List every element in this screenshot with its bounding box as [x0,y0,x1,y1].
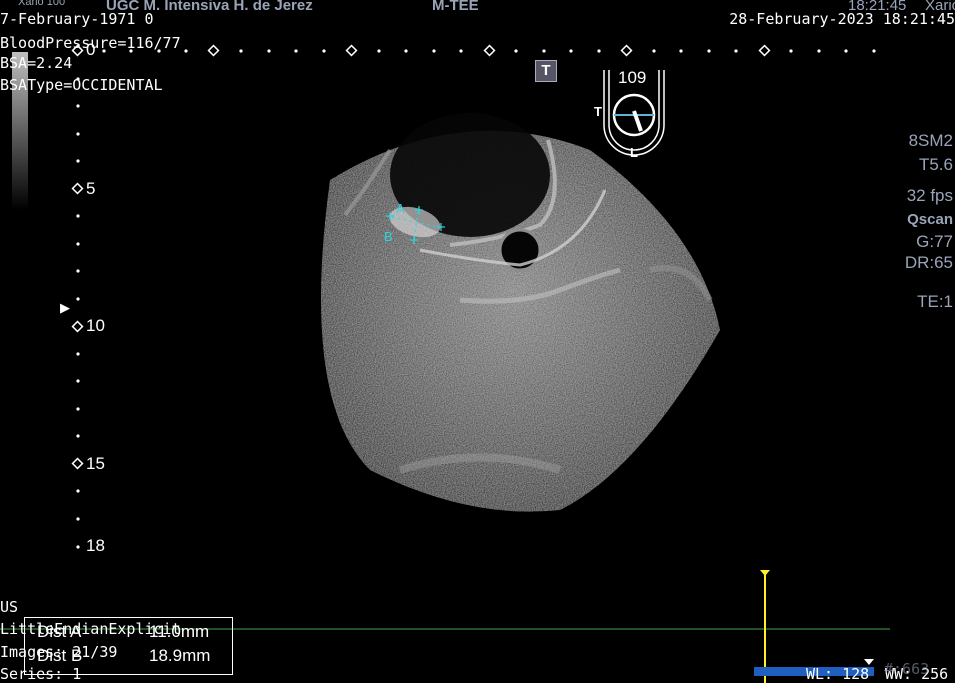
birth-date: 7-February-1971 0 [0,10,154,28]
bsa-type: BSAType=OCCIDENTAL [0,76,163,94]
measurement-box: Dist A 11.0mm Dist B 18.9mm [24,617,233,675]
bsa: BSA=2.24 [0,54,73,72]
caliper-label-b: B [384,229,393,244]
focus-marker-icon: ▶ [60,300,70,315]
frame-rate: 32 fps [906,186,953,205]
probe-angle: 109 [618,68,647,87]
study-datetime: 28-February-2023 18:21:45 [729,10,955,28]
measurement-name-b: Dist B [37,646,83,665]
depth-label-10: 10 [86,316,105,335]
ultrasound-image [0,44,890,683]
device-name: Xario 100 [18,0,66,8]
measurement-value-b: 18.9mm [149,646,211,665]
depth-label-0: 0 [86,40,96,59]
depth-label-18: 18 [86,536,105,555]
dynamic-range: DR:65 [904,253,953,272]
measurement-name-a: Dist A [37,622,82,641]
depth-label-15: 15 [86,454,105,473]
exam-mode: M-TEE [432,0,479,14]
probe-l-label: L [630,145,638,160]
depth-scale-ticks [76,77,80,549]
caliper-label-a: A [396,201,405,216]
qscan-label: Qscan [907,211,953,228]
measurement-value-a: 11.0mm [149,622,210,641]
frame-number: #:663 [884,660,930,678]
probe-model: 8SM2 [908,131,953,150]
gain: G:77 [916,232,953,251]
te-value: TE:1 [917,292,953,311]
window-level: WL: 128 [806,665,870,683]
transducer-badge: T [535,60,557,82]
modality: US [0,598,19,616]
frequency: T5.6 [918,155,953,174]
probe-t-label: T [594,104,602,119]
depth-label-5: 5 [86,179,96,198]
